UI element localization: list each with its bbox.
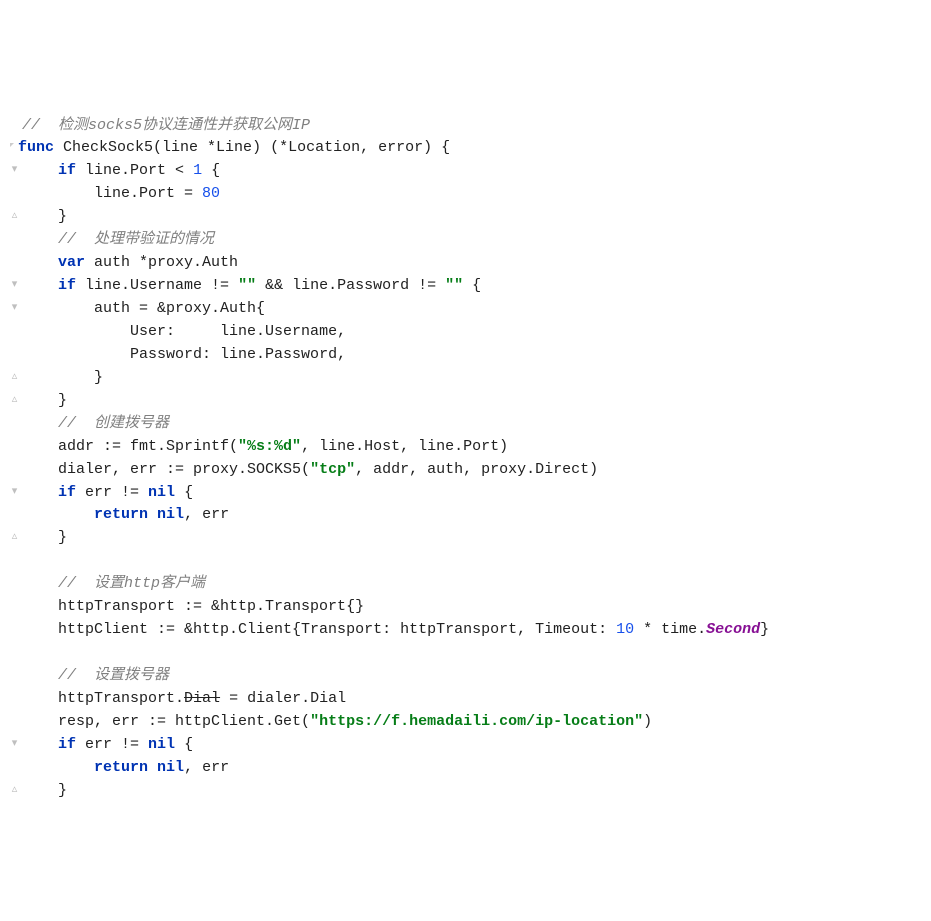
keyword-nil: nil xyxy=(148,484,175,501)
expr: , addr, auth, proxy.Direct) xyxy=(355,461,598,478)
expr: , err xyxy=(184,506,229,523)
keyword-if: if xyxy=(58,484,76,501)
expr: line.Password != xyxy=(292,277,445,294)
fold-caret-icon[interactable]: ▾ xyxy=(10,159,19,181)
keyword-return: return xyxy=(94,759,148,776)
keyword-nil: nil xyxy=(148,736,175,753)
func-signature: (line *Line) (*Location, error) { xyxy=(153,139,450,156)
expr: line.Port = xyxy=(94,185,202,202)
keyword-func: func xyxy=(18,139,54,156)
brace: } xyxy=(58,529,67,546)
keyword-if: if xyxy=(58,736,76,753)
field-label: User: xyxy=(130,323,220,340)
expr: , err xyxy=(184,759,229,776)
decl: auth *proxy.Auth xyxy=(85,254,238,271)
brace: } xyxy=(94,369,103,386)
brace: } xyxy=(58,782,67,799)
brace: { xyxy=(175,736,193,753)
number-literal: 80 xyxy=(202,185,220,202)
brace: { xyxy=(202,162,220,179)
fold-caret-icon[interactable]: ▾ xyxy=(10,274,19,296)
comment: // 设置拨号器 xyxy=(58,667,169,684)
number-literal: 1 xyxy=(193,162,202,179)
expr: addr := fmt.Sprintf( xyxy=(58,438,238,455)
brace: { xyxy=(175,484,193,501)
keyword-if: if xyxy=(58,277,76,294)
keyword-return: return xyxy=(94,506,148,523)
string-literal: "%s:%d" xyxy=(238,438,301,455)
fold-caret-icon[interactable]: ▵ xyxy=(10,389,19,411)
comment: // 处理带验证的情况 xyxy=(58,231,214,248)
expr: line.Port < xyxy=(76,162,193,179)
fold-caret-icon[interactable]: ▵ xyxy=(10,205,19,227)
op-and: && xyxy=(256,277,292,294)
brace: } xyxy=(58,208,67,225)
expr: httpTransport := &http.Transport{} xyxy=(58,598,364,615)
number-literal: 10 xyxy=(616,621,634,638)
expr: = dialer.Dial xyxy=(220,690,346,707)
gutter-tick-icon xyxy=(10,143,16,151)
expr: resp, err := httpClient.Get( xyxy=(58,713,310,730)
expr: err != xyxy=(76,484,148,501)
comment: // 检测socks5协议连通性并获取公网IP xyxy=(22,117,310,134)
expr: httpClient := &http.Client{Transport: ht… xyxy=(58,621,616,638)
fold-caret-icon[interactable]: ▾ xyxy=(10,481,19,503)
fold-caret-icon[interactable]: ▾ xyxy=(10,733,19,755)
brace: { xyxy=(463,277,481,294)
field-value: line.Password, xyxy=(220,346,346,363)
func-name: CheckSock5 xyxy=(63,139,153,156)
fold-caret-icon[interactable]: ▵ xyxy=(10,526,19,548)
string-literal: "tcp" xyxy=(310,461,355,478)
string-literal: "https://f.hemadaili.com/ip-location" xyxy=(310,713,643,730)
expr: err != xyxy=(76,736,148,753)
fold-caret-icon[interactable] xyxy=(10,114,19,136)
fold-caret-icon[interactable]: ▵ xyxy=(10,779,19,801)
expr: dialer, err := proxy.SOCKS5( xyxy=(58,461,310,478)
code-block: // 检测socks5协议连通性并获取公网IP func CheckSock5(… xyxy=(10,92,921,802)
exported-const: Second xyxy=(706,621,760,638)
keyword-nil: nil xyxy=(157,759,184,776)
keyword-var: var xyxy=(58,254,85,271)
fold-caret-icon[interactable]: ▵ xyxy=(10,366,19,388)
expr: line.Username != xyxy=(76,277,238,294)
brace: } xyxy=(58,392,67,409)
field-value: line.Username, xyxy=(220,323,346,340)
field-label: Password: xyxy=(130,346,220,363)
expr: httpTransport. xyxy=(58,690,184,707)
expr: , line.Host, line.Port) xyxy=(301,438,508,455)
string-literal: "" xyxy=(445,277,463,294)
fold-caret-icon[interactable]: ▾ xyxy=(10,297,19,319)
deprecated-ident: Dial xyxy=(184,690,220,707)
expr: auth = &proxy.Auth{ xyxy=(94,300,265,317)
keyword-nil: nil xyxy=(157,506,184,523)
keyword-if: if xyxy=(58,162,76,179)
string-literal: "" xyxy=(238,277,256,294)
comment: // 设置http客户端 xyxy=(58,575,205,592)
comment: // 创建拨号器 xyxy=(58,415,169,432)
